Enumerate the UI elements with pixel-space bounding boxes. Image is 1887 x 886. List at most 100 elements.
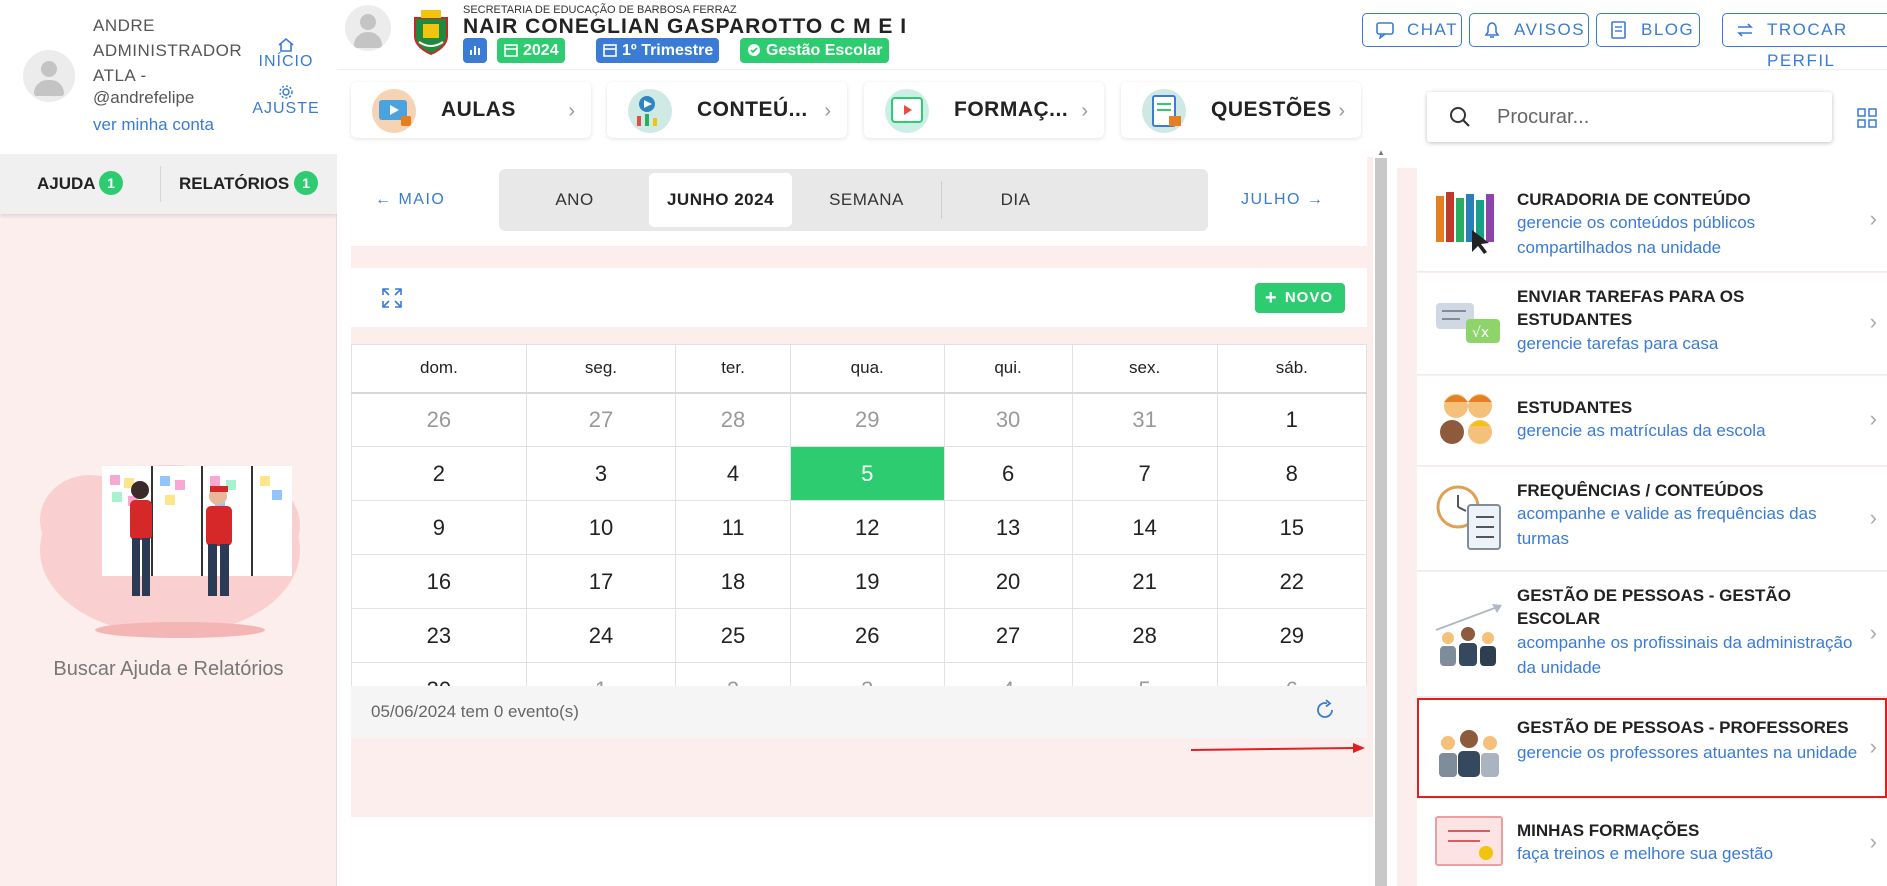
calendar-day[interactable]: 24 [525,608,677,663]
calendar-day[interactable]: 30 [943,392,1073,447]
calendar-day[interactable]: 16 [351,554,527,609]
chevron-right-icon: › [824,100,831,122]
menu-item-title: CURADORIA DE CONTEÚDO [1517,190,1751,209]
arrow-left-icon: ← [375,191,393,208]
calendar-day[interactable]: 22 [1216,554,1368,609]
main-scrollbar[interactable] [1375,158,1387,886]
calendar-day[interactable]: 23 [351,608,527,663]
menu-item-estudantes[interactable]: ESTUDANTES gerencie as matrículas da esc… [1417,376,1887,466]
students-icon [1440,394,1492,444]
calendar-day[interactable]: 18 [675,554,791,609]
search-input[interactable] [1497,102,1817,132]
calendar-day[interactable]: 25 [675,608,791,663]
refresh-icon[interactable] [1313,698,1337,722]
user-avatar[interactable] [23,50,75,102]
calendar-day[interactable]: 9 [351,500,527,555]
category-questoes[interactable]: QUESTÕES › [1121,82,1361,138]
calendar-day[interactable]: 8 [1216,446,1368,501]
prev-month-label: MAIO [398,191,446,208]
arrow-right-icon: → [1306,191,1325,208]
avisos-button[interactable]: AVISOS [1469,13,1589,47]
category-formacoes[interactable]: FORMAÇ... › [864,82,1104,138]
menu-item-curadoria[interactable]: CURADORIA DE CONTEÚDO gerencie os conteú… [1417,168,1887,272]
new-event-button[interactable]: + NOVO [1254,283,1345,313]
calendar-icon [504,44,518,57]
menu-item-gestao-escolar[interactable]: GESTÃO DE PESSOAS - GESTÃO ESCOLAR acomp… [1417,572,1887,697]
category-questoes-label: QUESTÕES [1211,98,1332,121]
tab-month[interactable]: JUNHO 2024 [649,173,792,227]
school-avatar[interactable] [345,5,391,51]
calendar-day[interactable]: 27 [943,608,1073,663]
menu-item-title: FREQUÊNCIAS / CONTEÚDOS [1517,481,1764,500]
content-icon [628,89,672,133]
calendar-day[interactable]: 31 [1071,392,1218,447]
calendar-day[interactable]: 28 [675,392,791,447]
calendar-day[interactable]: 4 [675,446,791,501]
calendar-day[interactable]: 26 [789,608,945,663]
tab-reports-label: RELATÓRIOS [179,174,290,193]
bell-icon [1484,22,1500,38]
calendar-day[interactable]: 6 [943,446,1073,501]
category-conteudos[interactable]: CONTEÚ... › [607,82,847,138]
calendar-day[interactable]: 29 [789,392,945,447]
calendar-day[interactable]: 19 [789,554,945,609]
weekday-header: dom. [351,344,527,394]
grid-view-icon[interactable] [1857,108,1877,128]
switch-profile-button[interactable]: TROCAR PERFIL [1722,13,1887,70]
calendar-day[interactable]: 17 [525,554,677,609]
home-label: INÍCIO [258,53,314,70]
menu-item-title: ESTUDANTES [1517,398,1633,417]
next-month-button[interactable]: JULHO → [1241,191,1324,209]
tab-year[interactable]: ANO [503,173,646,227]
category-aulas[interactable]: AULAS › [351,82,591,138]
menu-item-professores[interactable]: GESTÃO DE PESSOAS - PROFESSORES gerencie… [1417,698,1887,798]
account-link[interactable]: ver minha conta [93,115,214,135]
calendar-day[interactable]: 13 [943,500,1073,555]
tab-day[interactable]: DIA [944,173,1087,227]
scroll-up-arrow[interactable]: ▲ [1375,148,1387,158]
calendar-day[interactable]: 10 [525,500,677,555]
calendar-week-row: 26 27 28 29 30 31 1 [351,392,1368,447]
tab-reports[interactable]: RELATÓRIOS [179,154,289,214]
video-lesson-icon [372,89,416,133]
calendar-day[interactable]: 14 [1071,500,1218,555]
menu-item-frequencias[interactable]: FREQUÊNCIAS / CONTEÚDOS acompanhe e vali… [1417,467,1887,571]
calendar-toolbar: + NOVO [351,268,1367,327]
questions-icon [1142,89,1186,133]
expand-icon[interactable] [381,287,403,309]
prev-month-button[interactable]: ← MAIO [375,191,445,209]
tab-help[interactable]: AJUDA [37,154,96,214]
calendar-day[interactable]: 2 [351,446,527,501]
calendar-day-today[interactable]: 5 [789,446,945,501]
calendar-day[interactable]: 7 [1071,446,1218,501]
calendar-day[interactable]: 15 [1216,500,1368,555]
calendar-day[interactable]: 27 [525,392,677,447]
calendar-day[interactable]: 21 [1071,554,1218,609]
settings-label: AJUSTE [252,100,320,117]
calendar-day[interactable]: 11 [675,500,791,555]
weekday-header: qua. [789,344,945,394]
calendar-day[interactable]: 12 [789,500,945,555]
chat-button[interactable]: CHAT [1362,13,1462,47]
tab-divider [941,181,942,219]
menu-item-tarefas[interactable]: √x ENVIAR TAREFAS PARA OS ESTUDANTES ger… [1417,273,1887,375]
user-handle: @andrefelipe [93,88,195,107]
term-chip[interactable]: 1º Trimestre [596,38,720,63]
mode-chip[interactable]: Gestão Escolar [740,38,889,63]
menu-item-title: GESTÃO DE PESSOAS - GESTÃO ESCOLAR [1517,586,1791,628]
menu-item-formacoes[interactable]: MINHAS FORMAÇÕES faça treinos e melhore … [1417,799,1887,886]
calendar-day[interactable]: 26 [351,392,527,447]
settings-nav[interactable]: AJUSTE [248,84,324,118]
blog-label: BLOG [1641,20,1695,39]
stats-chip[interactable] [463,38,487,63]
blog-button[interactable]: BLOG [1596,13,1700,47]
calendar-day[interactable]: 29 [1216,608,1368,663]
tab-week[interactable]: SEMANA [795,173,938,227]
calendar-day[interactable]: 20 [943,554,1073,609]
calendar-day[interactable]: 28 [1071,608,1218,663]
year-chip[interactable]: 2024 [497,38,565,63]
calendar-day[interactable]: 3 [525,446,677,501]
home-nav[interactable]: INÍCIO [248,37,324,71]
chevron-right-icon: › [1081,100,1088,122]
calendar-day[interactable]: 1 [1216,392,1368,447]
